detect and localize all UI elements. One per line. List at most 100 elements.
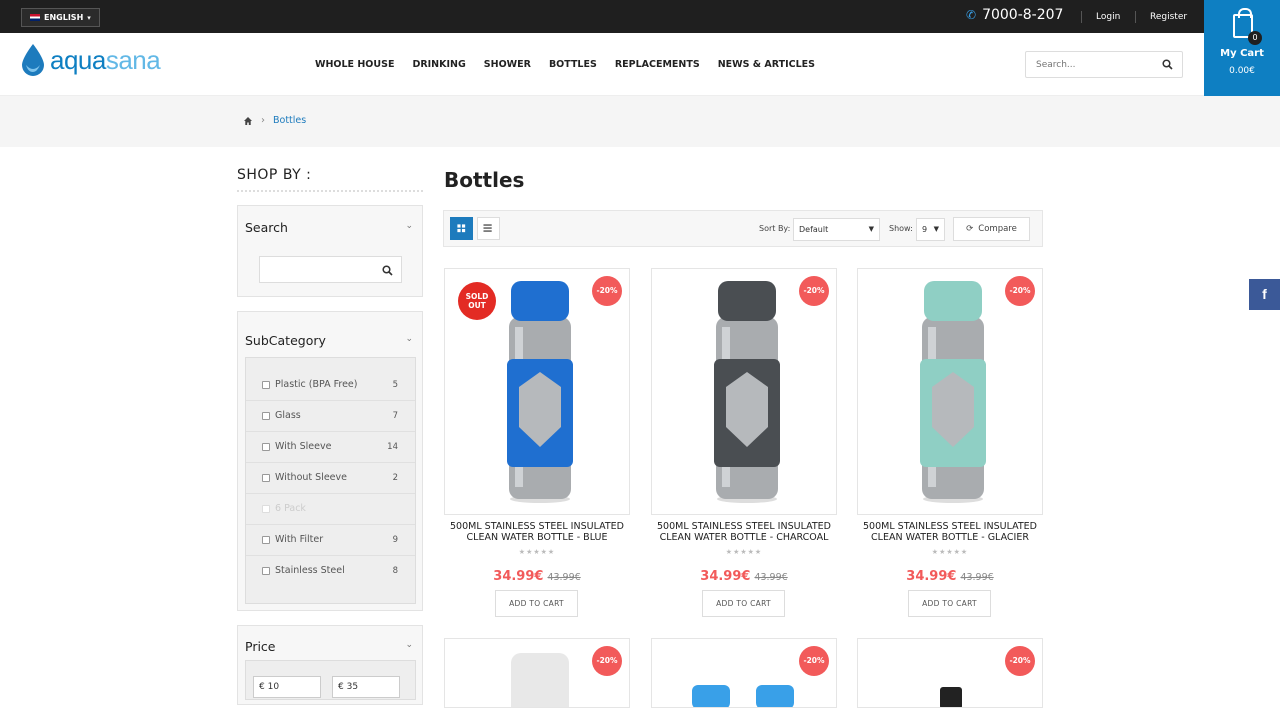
subcategory-label: Plastic (BPA Free) bbox=[275, 379, 358, 390]
checkbox[interactable] bbox=[262, 567, 270, 575]
product-image[interactable]: -20% bbox=[444, 638, 630, 708]
subcategory-label: With Filter bbox=[275, 534, 324, 545]
price-block: 34.99€ 43.99€ bbox=[651, 565, 837, 584]
add-to-cart-button[interactable]: ADD TO CART bbox=[702, 590, 785, 617]
product-name[interactable]: 500ML STAINLESS STEEL INSULATED CLEAN WA… bbox=[651, 521, 837, 543]
discount-badge: -20% bbox=[799, 276, 829, 306]
phone-number[interactable]: ✆ 7000-8-207 bbox=[966, 7, 1063, 23]
list-view-button[interactable] bbox=[477, 217, 500, 240]
nav-whole-house[interactable]: WHOLE HOUSE bbox=[315, 59, 394, 70]
old-price: 43.99€ bbox=[960, 572, 994, 583]
checkbox[interactable] bbox=[262, 412, 270, 420]
price-range: € 10 € 35 bbox=[245, 660, 416, 700]
price-block: 34.99€ 43.99€ bbox=[444, 565, 630, 584]
product-image[interactable]: -20% bbox=[857, 638, 1043, 708]
search-icon[interactable] bbox=[382, 265, 393, 276]
bottle-cap bbox=[940, 687, 962, 707]
nav-bottles[interactable]: BOTTLES bbox=[549, 59, 597, 70]
home-icon[interactable] bbox=[243, 116, 253, 126]
facebook-share-button[interactable]: f bbox=[1249, 279, 1280, 310]
subcategory-count: 2 bbox=[392, 473, 398, 483]
cart-label: My Cart bbox=[1220, 48, 1264, 59]
product-name[interactable]: 500ML STAINLESS STEEL INSULATED CLEAN WA… bbox=[444, 521, 630, 543]
nav-shower[interactable]: SHOWER bbox=[484, 59, 531, 70]
checkbox[interactable] bbox=[262, 381, 270, 389]
current-price: 34.99€ bbox=[493, 569, 544, 584]
language-selector[interactable]: ENGLISH ▾ bbox=[21, 8, 100, 27]
subcategory-item[interactable]: Plastic (BPA Free) 5 bbox=[246, 370, 415, 401]
chevron-down-icon[interactable]: ⌄ bbox=[405, 221, 413, 231]
breadcrumb-current[interactable]: Bottles bbox=[273, 115, 306, 126]
search-filter-title[interactable]: Search bbox=[245, 220, 288, 235]
checkbox[interactable] bbox=[262, 474, 270, 482]
compare-button[interactable]: ⟳ Compare bbox=[953, 217, 1030, 241]
caret-down-icon: ▼ bbox=[868, 225, 874, 233]
subcategory-item[interactable]: With Sleeve 14 bbox=[246, 432, 415, 463]
subcategory-item[interactable]: With Filter 9 bbox=[246, 525, 415, 556]
add-to-cart-button[interactable]: ADD TO CART bbox=[495, 590, 578, 617]
subcategory-count: 5 bbox=[392, 380, 398, 390]
product-image[interactable]: -20% SOLD OUT bbox=[444, 268, 630, 515]
show-value: 9 bbox=[922, 225, 928, 234]
list-icon bbox=[483, 224, 492, 232]
search-input[interactable] bbox=[1026, 52, 1146, 78]
bottle-cap bbox=[718, 281, 776, 321]
register-link[interactable]: Register bbox=[1150, 12, 1187, 22]
rating-stars: ★★★★★ bbox=[725, 548, 763, 556]
subcategory-title[interactable]: SubCategory bbox=[245, 333, 326, 348]
login-link[interactable]: Login bbox=[1096, 12, 1120, 22]
subcategory-item[interactable]: Glass 7 bbox=[246, 401, 415, 432]
current-price: 34.99€ bbox=[700, 569, 751, 584]
subcategory-count: 8 bbox=[392, 566, 398, 576]
bottle-cap bbox=[511, 653, 569, 707]
subcategory-list: Plastic (BPA Free) 5 Glass 7 With Sleeve 14… bbox=[245, 357, 416, 604]
search-icon[interactable] bbox=[1162, 59, 1173, 70]
sidebar-filters: SHOP BY : Search ⌄ SubCategory ⌄ Plastic… bbox=[237, 167, 423, 705]
chevron-down-icon[interactable]: ⌄ bbox=[405, 334, 413, 344]
bottle-image bbox=[511, 653, 569, 707]
sort-select[interactable]: Default ▼ bbox=[793, 218, 880, 241]
facebook-icon: f bbox=[1262, 286, 1267, 302]
brand-name-part: aqua bbox=[50, 44, 106, 75]
nav-news-articles[interactable]: NEWS & ARTICLES bbox=[718, 59, 815, 70]
subcategory-item[interactable]: Stainless Steel 8 bbox=[246, 556, 415, 587]
checkbox[interactable] bbox=[262, 443, 270, 451]
checkbox[interactable] bbox=[262, 536, 270, 544]
product-image[interactable]: -20% bbox=[651, 268, 837, 515]
nav-replacements[interactable]: REPLACEMENTS bbox=[615, 59, 700, 70]
chevron-right-icon: › bbox=[261, 115, 265, 126]
old-price: 43.99€ bbox=[547, 572, 581, 583]
listing-toolbar: Sort By: Default ▼ Show: 9 ▼ ⟳ Compare bbox=[443, 210, 1043, 247]
subcategory-label: Stainless Steel bbox=[275, 565, 345, 576]
discount-badge: -20% bbox=[592, 646, 622, 676]
brand-name: aquasana bbox=[50, 44, 161, 76]
price-title[interactable]: Price bbox=[245, 639, 276, 654]
price-filter-panel: Price ⌄ € 10 € 35 bbox=[237, 625, 423, 705]
product-image[interactable]: -20% bbox=[651, 638, 837, 708]
bottle-cap bbox=[756, 685, 794, 707]
add-to-cart-button[interactable]: ADD TO CART bbox=[908, 590, 991, 617]
product-image[interactable]: -20% bbox=[857, 268, 1043, 515]
sold-out-badge: SOLD OUT bbox=[458, 282, 496, 320]
divider bbox=[1081, 11, 1082, 23]
phone-icon: ✆ bbox=[966, 8, 977, 22]
sort-label: Sort By: bbox=[759, 224, 791, 233]
subcategory-item[interactable]: Without Sleeve 2 bbox=[246, 463, 415, 494]
mini-cart[interactable]: 0 My Cart 0.00€ bbox=[1204, 0, 1280, 96]
nav-drinking[interactable]: DRINKING bbox=[412, 59, 465, 70]
aquasana-logo[interactable]: aquasana bbox=[20, 43, 161, 77]
bottle-cap bbox=[692, 685, 730, 707]
sidebar-search-input[interactable] bbox=[259, 256, 402, 283]
cart-count-badge: 0 bbox=[1248, 31, 1262, 45]
subcategory-label: Without Sleeve bbox=[275, 472, 347, 483]
subcategory-label: With Sleeve bbox=[275, 441, 332, 452]
show-select[interactable]: 9 ▼ bbox=[916, 218, 945, 241]
header-search bbox=[1025, 51, 1183, 78]
breadcrumb-bar: › Bottles bbox=[0, 96, 1280, 147]
subcategory-label: Glass bbox=[275, 410, 301, 421]
grid-view-button[interactable] bbox=[450, 217, 473, 240]
subcategory-item: 6 Pack bbox=[246, 494, 415, 525]
product-name[interactable]: 500ML STAINLESS STEEL INSULATED CLEAN WA… bbox=[857, 521, 1043, 543]
chevron-down-icon[interactable]: ⌄ bbox=[405, 640, 413, 650]
bottle-image bbox=[940, 687, 962, 707]
